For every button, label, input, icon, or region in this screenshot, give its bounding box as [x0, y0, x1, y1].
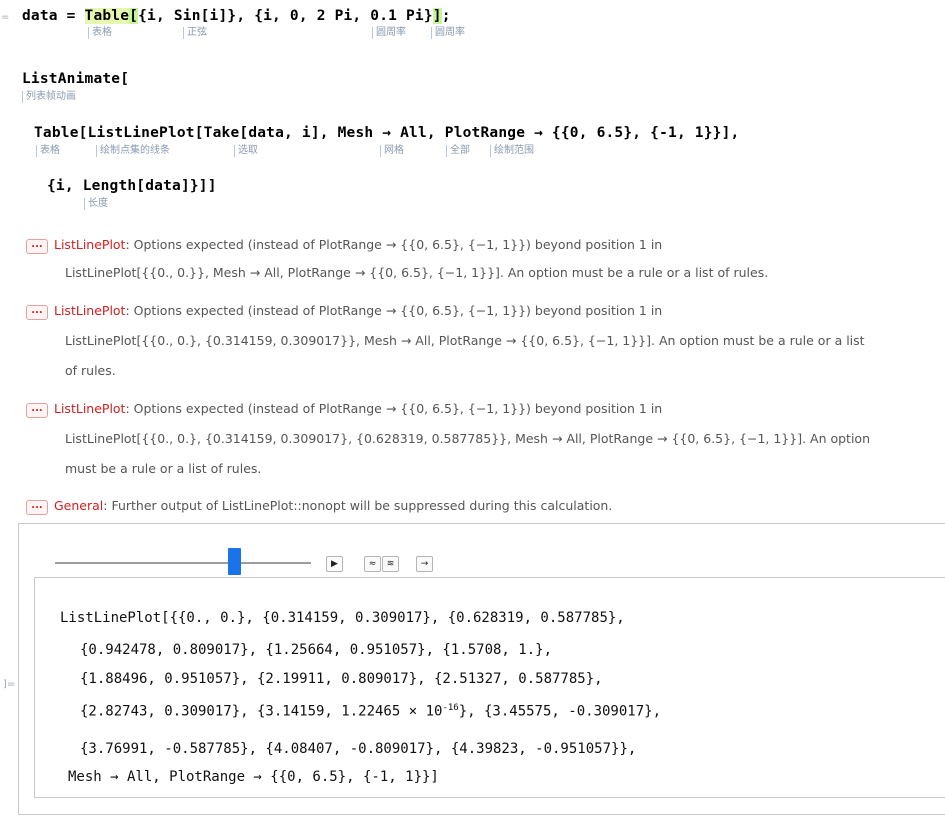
gloss-table: 表格: [88, 27, 112, 39]
output-line-5: {3.76991, -0.587785}, {4.08407, -0.80901…: [80, 741, 637, 757]
message-menu-icon[interactable]: ...: [26, 500, 48, 515]
animation-slider-thumb[interactable]: [227, 548, 241, 575]
code-table-args: {i, Sin[i]}, {i, 0, 2 Pi, 0.1 Pi}: [138, 8, 433, 24]
gloss-pi-2: 圆周率: [431, 27, 465, 39]
gloss-sin: 正弦: [183, 27, 207, 39]
gloss-take: 选取: [234, 145, 258, 157]
message-3-line-3: must be a rule or a list of rules.: [65, 461, 262, 476]
output-line-3: {1.88496, 0.951057}, {2.19911, 0.809017}…: [80, 671, 603, 687]
input-cell-label: =: [1, 12, 10, 23]
gloss-listlineplot: 绘制点集的线条: [96, 145, 170, 157]
play-icon[interactable]: ▶: [326, 556, 343, 572]
message-3: ListLinePlot: Options expected (instead …: [54, 401, 663, 416]
code-semicolon: ;: [441, 8, 451, 24]
code-data-assign: data =: [22, 8, 85, 24]
gloss-plotrange: 绘制范围: [490, 145, 534, 157]
message-menu-icon[interactable]: ...: [26, 305, 48, 320]
gloss-listanimate: 列表帧动画: [22, 91, 76, 103]
animation-slider-track[interactable]: [55, 562, 311, 564]
gloss-mesh: 网格: [380, 145, 404, 157]
message-1: ListLinePlot: Options expected (instead …: [54, 237, 663, 252]
message-2-line-3: of rules.: [65, 363, 116, 378]
code-line-4[interactable]: {i, Length[data]}]]: [47, 178, 217, 194]
gloss-pi-1: 圆周率: [372, 27, 406, 39]
message-2-line-2: ListLinePlot[{{0., 0.}, {0.314159, 0.309…: [65, 333, 865, 348]
message-3-line-2: ListLinePlot[{{0., 0.}, {0.314159, 0.309…: [65, 431, 871, 446]
message-2: ListLinePlot: Options expected (instead …: [54, 303, 663, 318]
slower-icon[interactable]: ≋: [382, 556, 399, 572]
code-open-bracket: [: [129, 8, 139, 24]
gloss-table-2: 表格: [36, 145, 60, 157]
code-line-2[interactable]: ListAnimate[: [22, 71, 129, 87]
code-line-1[interactable]: data = Table[{i, Sin[i]}, {i, 0, 2 Pi, 0…: [22, 8, 451, 24]
message-function[interactable]: ListLinePlot: [54, 401, 125, 416]
message-function[interactable]: ListLinePlot: [54, 237, 125, 252]
gloss-length: 长度: [84, 198, 108, 210]
exponent: -16: [442, 703, 459, 713]
output-line-2: {0.942478, 0.809017}, {1.25664, 0.951057…: [80, 642, 553, 658]
output-line-6: Mesh → All, PlotRange → {{0, 6.5}, {-1, …: [68, 769, 439, 785]
message-1-line-2: ListLinePlot[{{0., 0.}}, Mesh → All, Plo…: [65, 265, 769, 280]
code-close-bracket: ]: [432, 8, 442, 24]
message-function[interactable]: General: [54, 498, 103, 513]
output-cell-label: ]=: [3, 679, 16, 690]
faster-icon[interactable]: ≈: [364, 556, 381, 572]
gloss-all: 全部: [446, 145, 470, 157]
message-function[interactable]: ListLinePlot: [54, 303, 125, 318]
output-line-4: {2.82743, 0.309017}, {3.14159, 1.22465 ×…: [80, 703, 661, 720]
message-menu-icon[interactable]: ...: [26, 403, 48, 418]
message-menu-icon[interactable]: ...: [26, 239, 48, 254]
code-line-3[interactable]: Table[ListLinePlot[Take[data, i], Mesh →…: [34, 125, 739, 141]
output-line-1: ListLinePlot[{{0., 0.}, {0.314159, 0.309…: [60, 610, 625, 626]
message-4: General: Further output of ListLinePlot:…: [54, 498, 613, 513]
direction-icon[interactable]: →: [416, 556, 433, 572]
code-table-keyword: Table: [84, 8, 130, 24]
